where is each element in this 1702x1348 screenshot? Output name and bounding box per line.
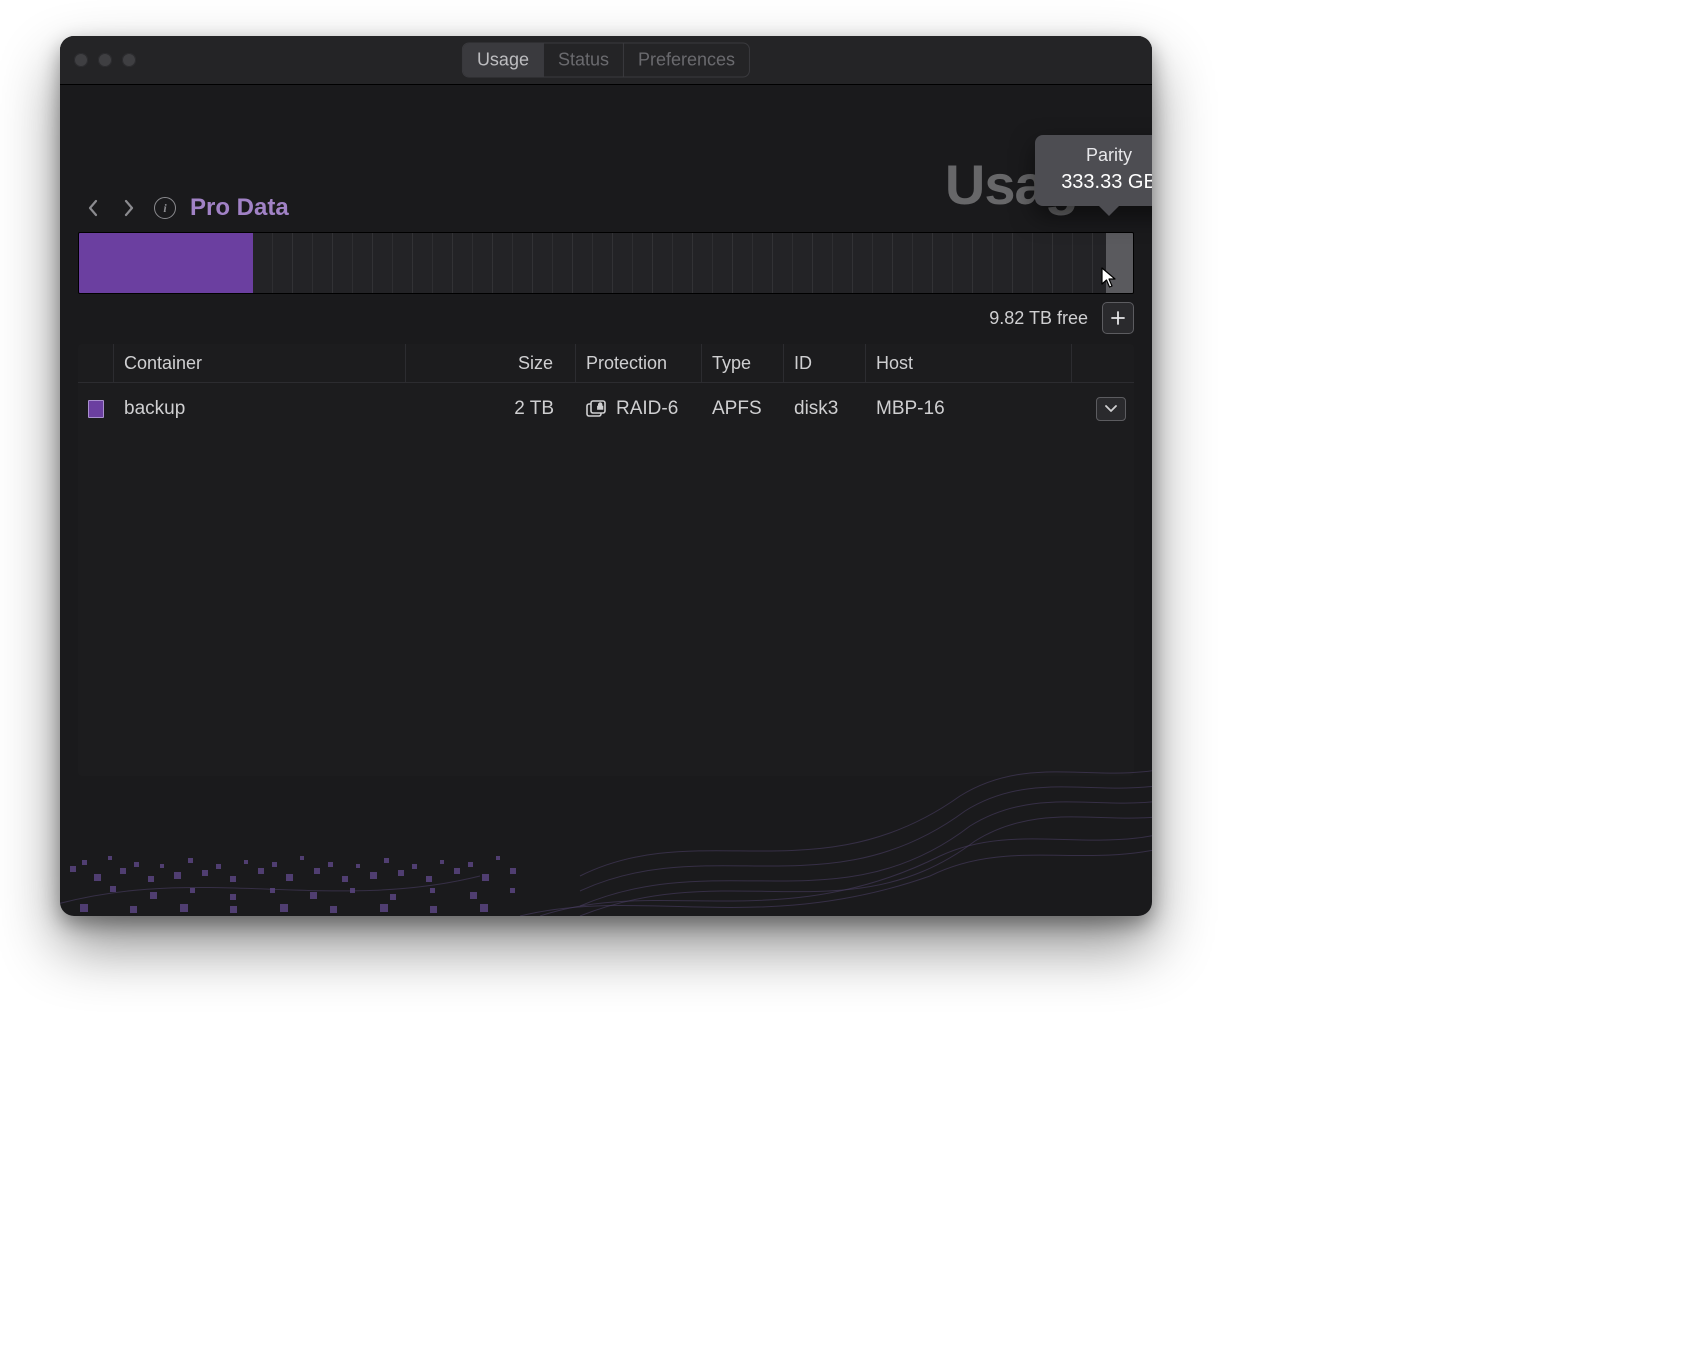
table-header-protection[interactable]: Protection	[576, 344, 702, 382]
tooltip-title: Parity	[1049, 143, 1152, 167]
row-color-swatch	[78, 400, 114, 418]
containers-table: Container Size Protection Type ID Host b…	[78, 344, 1134, 776]
color-swatch-icon	[88, 400, 104, 418]
table-header-actions	[1072, 344, 1134, 382]
row-protection-label: RAID-6	[616, 398, 678, 420]
breadcrumb: i Pro Data	[78, 194, 1134, 222]
titlebar: Usage Status Preferences	[60, 36, 1152, 85]
window-controls	[60, 53, 136, 67]
usage-segment-used	[79, 233, 253, 293]
tooltip-parity: Parity 333.33 GB	[1035, 135, 1152, 206]
free-space-label: 9.82 TB free	[989, 308, 1088, 329]
row-actions	[1072, 397, 1134, 421]
row-type: APFS	[702, 398, 784, 420]
info-button[interactable]: i	[154, 197, 176, 219]
window-zoom-button[interactable]	[122, 53, 136, 67]
table-header-container[interactable]: Container	[114, 344, 406, 382]
raid-icon	[586, 400, 608, 418]
row-protection: RAID-6	[576, 398, 702, 420]
table-header-host[interactable]: Host	[866, 344, 1072, 382]
row-host: MBP-16	[866, 398, 1072, 420]
nav-back-button[interactable]	[82, 197, 104, 219]
row-menu-button[interactable]	[1096, 397, 1126, 421]
window-close-button[interactable]	[74, 53, 88, 67]
plus-icon	[1111, 311, 1125, 325]
window-minimize-button[interactable]	[98, 53, 112, 67]
app-window: Usage Status Preferences Usage i Pro Dat…	[60, 36, 1152, 916]
table-header-type[interactable]: Type	[702, 344, 784, 382]
add-container-button[interactable]	[1102, 302, 1134, 334]
usage-bar[interactable]	[78, 232, 1134, 294]
tab-usage[interactable]: Usage	[463, 44, 544, 77]
table-header-size[interactable]: Size	[406, 344, 576, 382]
tab-preferences[interactable]: Preferences	[624, 44, 749, 77]
chevron-down-icon	[1105, 405, 1117, 413]
nav-forward-button[interactable]	[118, 197, 140, 219]
table-row[interactable]: backup 2 TB RAID-6 APFS disk3 MBP-16	[78, 383, 1134, 435]
row-container-name: backup	[114, 398, 406, 420]
main-tabs: Usage Status Preferences	[462, 43, 750, 78]
tooltip-value: 333.33 GB	[1049, 169, 1152, 196]
chevron-right-icon	[123, 199, 135, 217]
table-header-row: Container Size Protection Type ID Host	[78, 344, 1134, 383]
content-area: Usage i Pro Data 9.82 TB	[78, 84, 1134, 898]
row-id: disk3	[784, 398, 866, 420]
breadcrumb-title: Pro Data	[190, 194, 289, 222]
tab-status[interactable]: Status	[544, 44, 624, 77]
table-header-id[interactable]: ID	[784, 344, 866, 382]
usage-segment-free	[253, 233, 1106, 293]
table-header-color[interactable]	[78, 344, 114, 382]
chevron-left-icon	[87, 199, 99, 217]
usage-segment-parity	[1106, 233, 1133, 293]
row-size: 2 TB	[406, 398, 576, 420]
